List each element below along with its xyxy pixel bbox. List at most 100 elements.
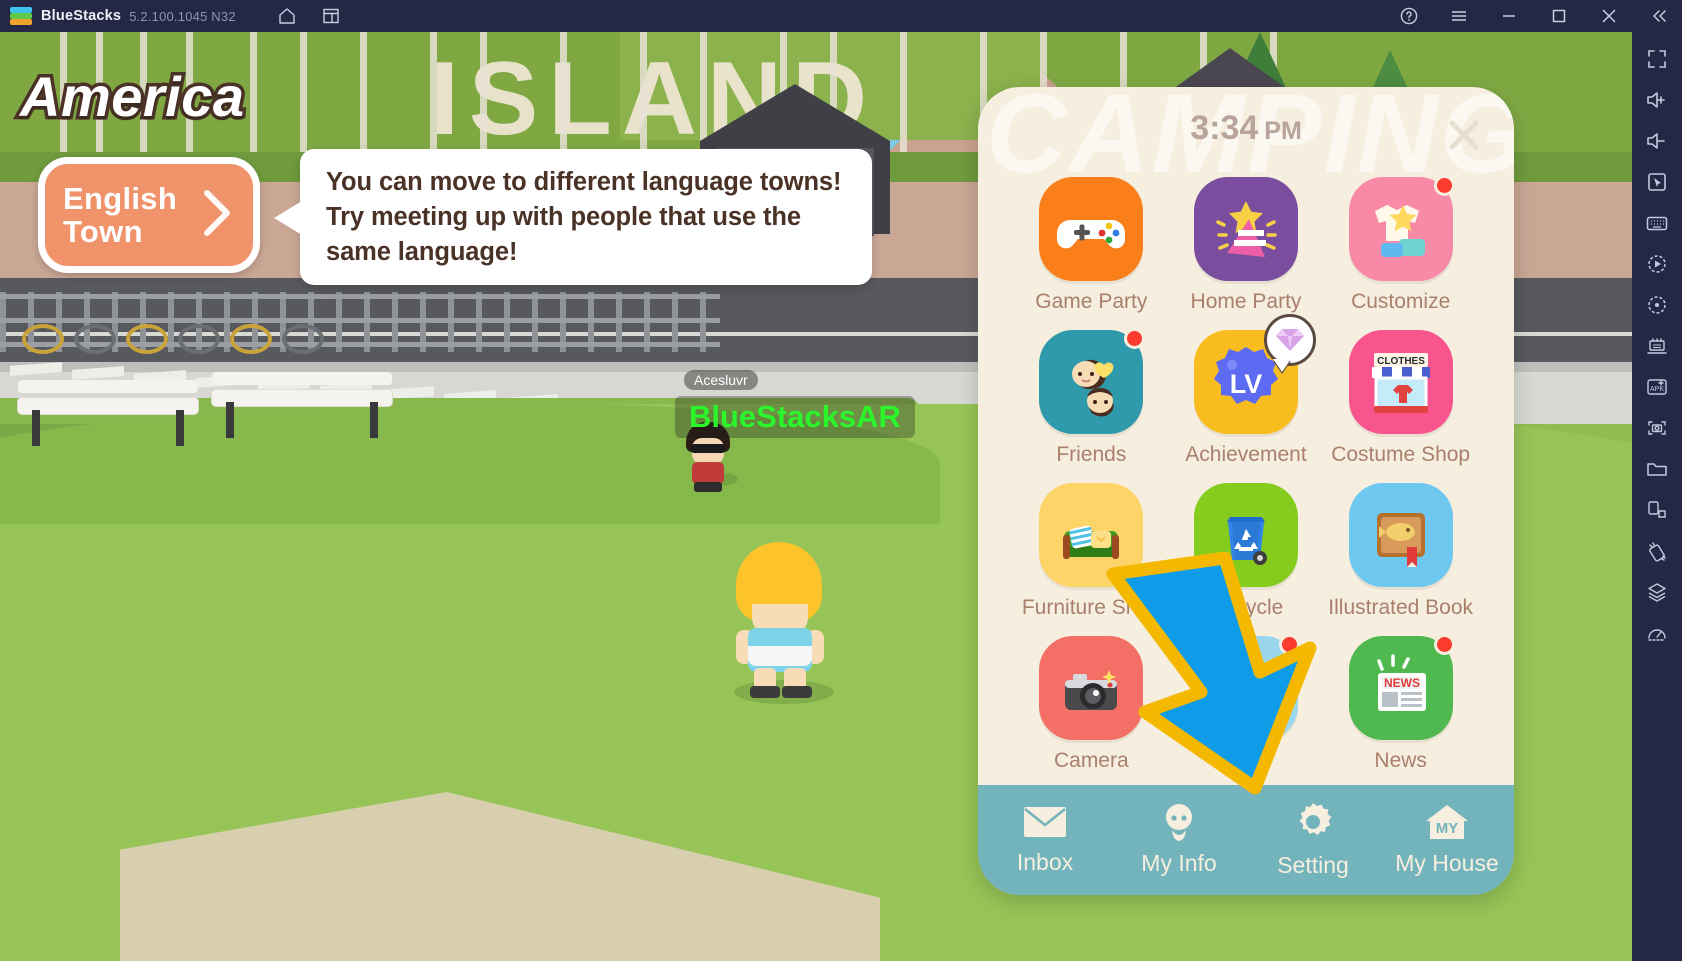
close-icon[interactable] bbox=[1594, 1, 1624, 31]
menu-item-furniture-shop[interactable]: Furniture Shop bbox=[1014, 471, 1169, 620]
player-character[interactable] bbox=[718, 542, 848, 707]
menu-item-label: Furniture Shop bbox=[1021, 596, 1161, 619]
player-nametag: Acesluvr bbox=[684, 370, 758, 390]
multi-instance-manager-icon[interactable] bbox=[1632, 325, 1682, 366]
menu-item-label: Home Party bbox=[1190, 290, 1302, 313]
menu-item-game-party[interactable]: Game Party bbox=[1014, 165, 1169, 314]
menu-icon[interactable] bbox=[1444, 1, 1474, 31]
tutorial-tip-bubble[interactable]: You can move to different language towns… bbox=[274, 149, 872, 285]
menu-item-costume-shop[interactable]: CLOTHES Costume Shop bbox=[1323, 318, 1478, 467]
menu-item-label: Camera bbox=[1053, 749, 1129, 772]
macro-record-icon[interactable] bbox=[1632, 243, 1682, 284]
party-hat-icon[interactable] bbox=[1193, 177, 1298, 281]
background-pole bbox=[640, 32, 647, 152]
bluestacks-logo bbox=[10, 5, 32, 27]
gamepad-icon[interactable] bbox=[1039, 177, 1144, 281]
menu-item-news[interactable]: NEWS News bbox=[1323, 624, 1478, 773]
svg-text:APK: APK bbox=[1650, 386, 1664, 393]
park-bench bbox=[18, 380, 198, 446]
window-controls bbox=[1374, 1, 1674, 31]
keyboard-controls-icon[interactable] bbox=[1632, 202, 1682, 243]
clock-display: 3:34 PM bbox=[978, 109, 1514, 148]
background-pole bbox=[300, 32, 307, 152]
svg-text:NEWS: NEWS bbox=[1384, 676, 1420, 690]
fullscreen-icon[interactable] bbox=[1632, 38, 1682, 79]
panel-bottom-nav: Inbox My Info Setting MY My House bbox=[978, 785, 1514, 895]
app-icon-grid: Game Party Home Party Customize Friends … bbox=[1014, 165, 1478, 773]
window-titlebar: BlueStacks 5.2.100.1045 N32 bbox=[0, 0, 1682, 32]
notification-badge bbox=[1278, 634, 1300, 655]
menu-item-label: Customize bbox=[1351, 290, 1451, 313]
menu-item-customize[interactable]: Customize bbox=[1323, 165, 1478, 314]
home-icon[interactable] bbox=[272, 1, 302, 31]
clothes-star-icon[interactable] bbox=[1348, 175, 1455, 281]
town-button-label: English Town bbox=[63, 182, 177, 248]
maximize-icon[interactable] bbox=[1544, 1, 1574, 31]
menu-item-illustrated-book[interactable]: Illustrated Book bbox=[1323, 471, 1478, 620]
nav-item-label: Inbox bbox=[1016, 849, 1074, 875]
town-button-line1: English bbox=[63, 180, 178, 216]
english-town-button[interactable]: English Town bbox=[38, 157, 260, 273]
recycle-bin-icon[interactable] bbox=[1193, 483, 1298, 587]
app-version: 5.2.100.1045 N32 bbox=[129, 8, 236, 24]
clothes-shop-icon[interactable]: CLOTHES bbox=[1348, 330, 1453, 434]
nav-item-setting[interactable]: Setting bbox=[1246, 785, 1380, 895]
nav-item-my-house[interactable]: MY My House bbox=[1380, 785, 1514, 895]
bluestacks-sidebar: APK bbox=[1632, 32, 1682, 961]
screenshot-icon[interactable] bbox=[1632, 407, 1682, 448]
bubble-tail bbox=[274, 201, 302, 235]
rotate-screen-icon[interactable] bbox=[1632, 489, 1682, 530]
help-icon[interactable] bbox=[1394, 1, 1424, 31]
install-apk-icon[interactable]: APK bbox=[1632, 366, 1682, 407]
cursor-pointer-icon[interactable] bbox=[1632, 161, 1682, 202]
two-faces-icon[interactable] bbox=[1039, 328, 1146, 434]
nav-item-label: Setting bbox=[1277, 852, 1349, 878]
parked-bike bbox=[74, 324, 116, 354]
collapse-sidebar-icon[interactable] bbox=[1644, 1, 1674, 31]
menu-item-achievement[interactable]: LV Achievement bbox=[1169, 314, 1324, 467]
menu-item-label: News bbox=[1374, 749, 1427, 772]
mail-icon[interactable] bbox=[1193, 634, 1300, 740]
nav-item-inbox[interactable]: Inbox bbox=[978, 785, 1112, 895]
town-button-line2: Town bbox=[63, 214, 143, 249]
menu-item-label: Achievement bbox=[1185, 443, 1307, 466]
gem-icon bbox=[1263, 314, 1316, 366]
book-icon[interactable] bbox=[1348, 483, 1453, 587]
menu-item-recycle[interactable]: Recycle bbox=[1169, 471, 1324, 620]
menu-item-camera[interactable]: Camera bbox=[1014, 624, 1169, 773]
script-icon[interactable] bbox=[1632, 284, 1682, 325]
menu-item-home-party[interactable]: Home Party bbox=[1169, 165, 1324, 314]
parked-bike bbox=[22, 324, 64, 354]
nav-item-my-info[interactable]: My Info bbox=[1112, 785, 1246, 895]
game-menu-panel[interactable]: CAMPING 3:34 PM Game Party Home Party Cu… bbox=[978, 87, 1514, 895]
crosswalk-stripe bbox=[10, 362, 62, 376]
game-viewport[interactable]: ISLAND America English Town You can move… bbox=[0, 32, 1632, 961]
close-icon[interactable] bbox=[1442, 113, 1486, 157]
fence-rail bbox=[0, 294, 720, 299]
multi-instance-icon[interactable] bbox=[316, 1, 346, 31]
performance-meter-icon[interactable] bbox=[1632, 612, 1682, 653]
layers-icon[interactable] bbox=[1632, 571, 1682, 612]
camera-icon[interactable] bbox=[1039, 636, 1144, 740]
shake-icon[interactable] bbox=[1632, 530, 1682, 571]
sofa-icon[interactable] bbox=[1039, 483, 1144, 587]
level-badge-icon[interactable]: LV bbox=[1193, 314, 1316, 434]
media-folder-icon[interactable] bbox=[1632, 448, 1682, 489]
region-title: America bbox=[17, 62, 248, 132]
volume-up-icon[interactable] bbox=[1632, 79, 1682, 120]
envelope-icon bbox=[1022, 804, 1068, 845]
person-icon bbox=[1159, 803, 1199, 846]
parked-bike bbox=[178, 324, 220, 354]
app-name: BlueStacks bbox=[41, 8, 122, 24]
minimize-icon[interactable] bbox=[1494, 1, 1524, 31]
svg-text:CLOTHES: CLOTHES bbox=[1377, 356, 1425, 367]
menu-item-mail[interactable]: Mail bbox=[1169, 624, 1324, 773]
menu-item-friends[interactable]: Friends bbox=[1014, 318, 1169, 467]
volume-down-icon[interactable] bbox=[1632, 120, 1682, 161]
gear-icon bbox=[1292, 801, 1334, 848]
newspaper-icon[interactable]: NEWS bbox=[1348, 634, 1455, 740]
menu-item-label: Costume Shop bbox=[1331, 443, 1471, 466]
chevron-right-icon bbox=[197, 187, 237, 244]
bluestacks-window: ISLAND America English Town You can move… bbox=[0, 0, 1682, 961]
menu-item-label: Mail bbox=[1226, 749, 1266, 772]
